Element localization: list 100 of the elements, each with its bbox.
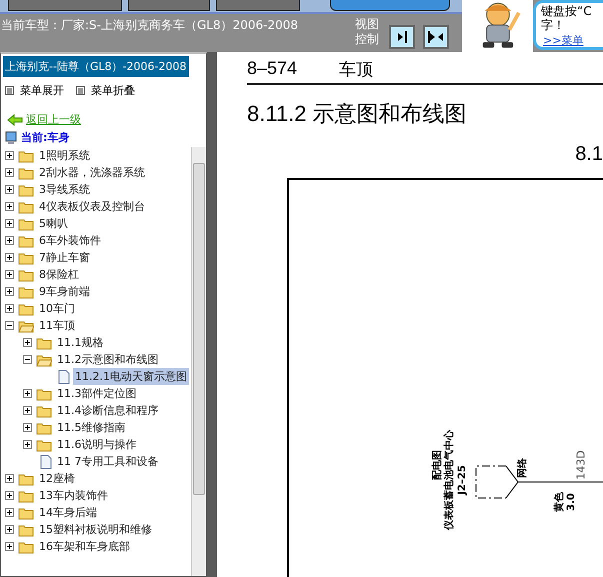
expand-icon[interactable] (5, 542, 14, 551)
tree-item[interactable]: 15塑料衬板说明和维修 (37, 521, 154, 538)
expand-icon[interactable] (5, 287, 14, 296)
folder-icon (36, 404, 52, 418)
menu-link[interactable]: >>菜单 (541, 33, 603, 47)
tree-item[interactable]: 12座椅 (37, 470, 77, 487)
expand-icon[interactable] (23, 440, 32, 449)
folder-icon (18, 268, 34, 282)
toolbar-button[interactable] (128, 0, 210, 11)
tree-item[interactable]: 8保险杠 (37, 266, 81, 283)
folder-icon (18, 250, 34, 264)
folder-icon (18, 148, 34, 162)
tree-item[interactable]: 4仪表板仪表及控制台 (37, 198, 147, 215)
expand-icon[interactable] (5, 508, 14, 517)
view-control-label: 视图控制 (355, 17, 380, 47)
folder-icon (18, 284, 34, 298)
folder-icon (18, 216, 34, 230)
tip-text: 键盘按“C (541, 4, 593, 18)
scrollbar[interactable] (191, 147, 206, 576)
folder-icon (36, 438, 52, 452)
tree-item[interactable]: 1照明系统 (37, 147, 92, 164)
expand-icon[interactable] (23, 338, 32, 347)
back-arrow-icon (7, 114, 23, 126)
expand-icon[interactable] (5, 168, 14, 177)
tree-item[interactable]: 11.2.1电动天窗示意图 (73, 368, 189, 385)
folder-icon (18, 540, 34, 554)
expand-icon[interactable] (5, 202, 14, 211)
arrows-inward-icon (427, 30, 445, 44)
expand-icon[interactable] (5, 185, 14, 194)
expand-icon[interactable] (5, 491, 14, 500)
folder-icon (18, 200, 34, 214)
toolbar-button[interactable] (330, 0, 450, 11)
tree-item[interactable]: 6车外装饰件 (37, 232, 103, 249)
figure-number: 8.1 (575, 143, 603, 166)
tree-item[interactable]: 11.2示意图和布线图 (55, 351, 160, 368)
tree-item[interactable]: 11 7专用工具和设备 (55, 453, 160, 470)
folder-icon (18, 166, 34, 180)
current-location: 当前:车身 (21, 130, 70, 145)
collapse-all-button[interactable]: 菜单折叠 (76, 83, 135, 98)
expand-icon[interactable] (5, 253, 14, 262)
list-icon (5, 86, 14, 95)
page-number: 8–574 (247, 58, 298, 80)
view-button[interactable] (423, 25, 449, 49)
view-button[interactable] (389, 25, 415, 49)
folder-icon (36, 336, 52, 350)
scrollbar-thumb[interactable] (193, 163, 205, 495)
diagram-label: 黄色 (555, 492, 565, 512)
expand-icon[interactable] (5, 151, 14, 160)
tip-text: 字！ (541, 18, 566, 32)
open-folder-icon (18, 318, 34, 332)
expand-icon[interactable] (23, 406, 32, 415)
diagram-label: 配电图 (433, 450, 443, 480)
diagram-label: 网络 (518, 458, 528, 478)
tree-item[interactable]: 14车身后端 (37, 504, 99, 521)
tree-item[interactable]: 11.5维修指南 (55, 419, 128, 436)
diagram-label: J2–25 (458, 465, 468, 495)
folder-icon (18, 302, 34, 316)
section-heading: 8.11.2 示意图和布线图 (247, 100, 468, 128)
document-icon (58, 370, 70, 384)
expand-icon[interactable] (23, 389, 32, 398)
folder-icon (18, 234, 34, 248)
section-title: 车顶 (339, 59, 374, 81)
collapse-icon[interactable] (5, 321, 14, 330)
car-model-label: 当前车型：厂家:S-上海别克商务车（GL8）2006-2008 (0, 17, 300, 34)
expand-icon[interactable] (5, 270, 14, 279)
expand-icon[interactable] (5, 525, 14, 534)
tree-item[interactable]: 5喇叭 (37, 215, 70, 232)
back-link[interactable]: 返回上一级 (26, 112, 81, 127)
sidebar-title: 上海别克--陆尊（GL8）-2006-2008 (3, 56, 189, 77)
expand-all-button[interactable]: 菜单展开 (5, 83, 64, 98)
open-folder-icon (36, 352, 52, 366)
tree-item[interactable]: 11.3部件定位图 (55, 385, 138, 402)
tree-item[interactable]: 2刮水器，洗涤器系统 (37, 164, 147, 181)
tree-item[interactable]: 10车门 (37, 300, 77, 317)
diagram-label: 仪表板蓄电池电气中心 (445, 430, 455, 530)
tree-item[interactable]: 11.1规格 (55, 334, 106, 351)
diagram-label: 3.0 (567, 493, 577, 511)
tree-item[interactable]: 11.4诊断信息和程序 (55, 402, 160, 419)
collapse-icon[interactable] (23, 355, 32, 364)
computer-icon (5, 130, 17, 144)
tree-item[interactable]: 3导线系统 (37, 181, 92, 198)
tree-item[interactable]: 7静止车窗 (37, 249, 92, 266)
expand-icon[interactable] (5, 474, 14, 483)
toolbar-button[interactable] (8, 0, 122, 11)
tree-item[interactable]: 11车顶 (37, 317, 77, 334)
list-icon (76, 86, 85, 95)
expand-icon[interactable] (5, 236, 14, 245)
tree-item[interactable]: 16车架和车身底部 (37, 538, 132, 555)
tree-item[interactable]: 11.6说明与操作 (55, 436, 138, 453)
arrow-right-icon (396, 30, 408, 44)
tree-item[interactable]: 9车身前端 (37, 283, 92, 300)
folder-icon (18, 522, 34, 536)
diagram-label: 143D (576, 450, 586, 480)
folder-icon (18, 506, 34, 520)
expand-icon[interactable] (23, 423, 32, 432)
expand-icon[interactable] (5, 304, 14, 313)
tree-item[interactable]: 13车内装饰件 (37, 487, 110, 504)
folder-icon (36, 420, 52, 434)
expand-icon[interactable] (5, 219, 14, 228)
toolbar-button[interactable] (216, 0, 300, 11)
